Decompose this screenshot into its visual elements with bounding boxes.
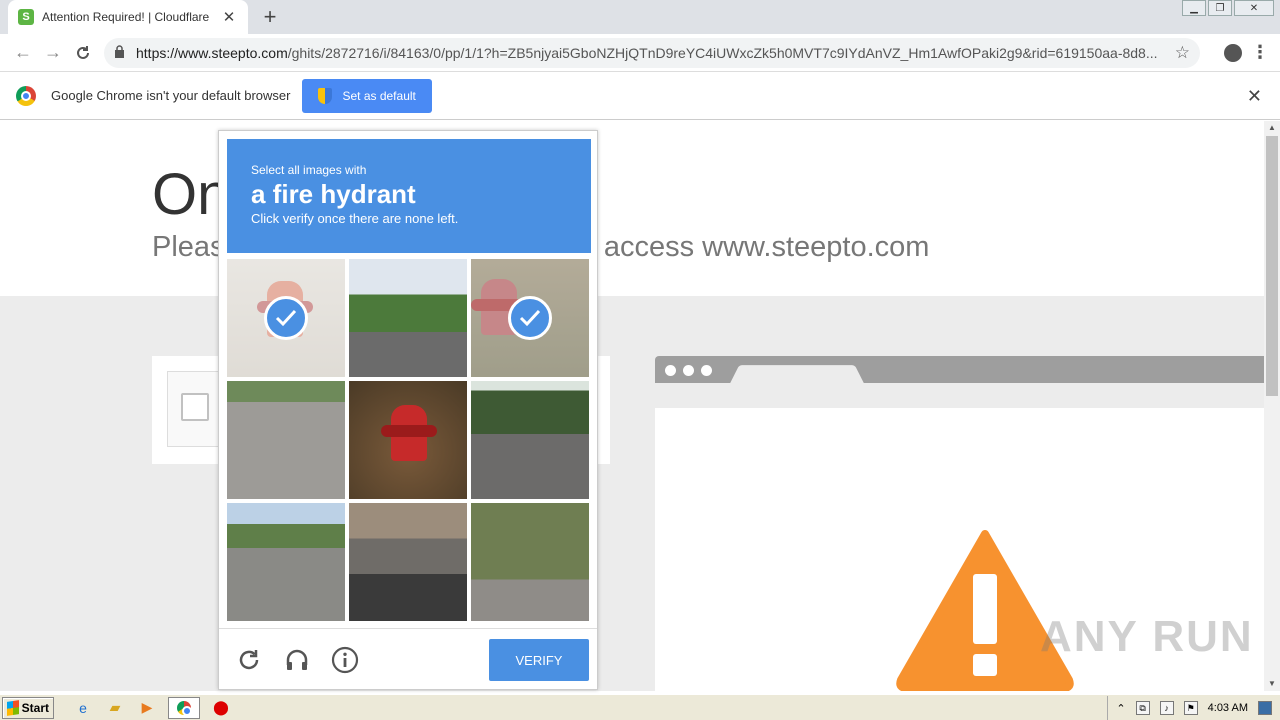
anyrun-watermark: ANY RUN [1040, 612, 1254, 661]
browser-toolbar: ← → https://www.steepto.com/ghits/287271… [0, 34, 1280, 72]
windows-logo-icon [7, 699, 19, 716]
captcha-checkbox[interactable] [181, 393, 209, 421]
minimize-button[interactable]: ▁ [1182, 0, 1206, 16]
infobar-close-icon[interactable]: ✕ [1247, 86, 1262, 107]
site-favicon-icon: S [18, 9, 34, 25]
audio-challenge-button[interactable] [282, 645, 312, 675]
new-tab-button[interactable]: + [258, 4, 282, 30]
lock-icon[interactable] [114, 44, 128, 61]
reload-button[interactable] [68, 38, 98, 68]
captcha-instruction-small: Select all images with [251, 163, 367, 177]
illustration-titlebar [655, 356, 1264, 384]
volume-icon[interactable]: ♪ [1159, 701, 1174, 715]
bookmark-star-icon[interactable]: ☆ [1175, 43, 1190, 63]
start-button[interactable]: Start [2, 696, 54, 719]
tile-selected-check-icon [264, 296, 308, 340]
page-scrollbar[interactable]: ▲ ▼ [1264, 121, 1280, 691]
close-window-button[interactable]: ✕ [1234, 0, 1274, 16]
infobar-message: Google Chrome isn't your default browser [51, 88, 291, 103]
captcha-tile-9[interactable] [471, 503, 589, 621]
captcha-tile-4[interactable] [227, 381, 345, 499]
reload-icon [77, 45, 89, 59]
illustration-tab [730, 365, 864, 384]
warning-icon [896, 530, 1074, 691]
profile-avatar-button[interactable] [1218, 38, 1248, 68]
captcha-hint: Click verify once there are none left. [251, 211, 459, 226]
captcha-tile-5[interactable] [349, 381, 467, 499]
page-subline-start: Pleas [152, 231, 225, 263]
action-center-flag-icon[interactable]: ⚑ [1183, 701, 1198, 715]
address-bar[interactable]: https://www.steepto.com/ghits/2872716/i/… [104, 37, 1200, 68]
network-icon[interactable]: ⧉ [1135, 701, 1150, 715]
page-viewport: On Pleas ck to access www.steepto.com [0, 121, 1264, 691]
scroll-down-arrow-icon[interactable]: ▼ [1264, 677, 1280, 691]
url-text: https://www.steepto.com/ghits/2872716/i/… [136, 45, 1167, 61]
illustration-dot [665, 365, 676, 376]
captcha-tile-3[interactable] [471, 259, 589, 377]
uac-shield-icon [318, 87, 333, 104]
show-desktop-icon[interactable] [1258, 701, 1272, 715]
window-controls: ▁ ❐ ✕ [1182, 0, 1274, 16]
page-header-area: On Pleas ck to access www.steepto.com [0, 121, 1264, 296]
captcha-instructions: Select all images with a fire hydrant Cl… [227, 139, 591, 253]
url-host: https://www.steepto.com [136, 44, 288, 61]
tab-title: Attention Required! | Cloudflare [42, 10, 210, 24]
refresh-challenge-button[interactable] [234, 645, 264, 675]
tab-strip: S Attention Required! | Cloudflare ✕ + ▁… [0, 0, 1280, 34]
info-button[interactable] [330, 645, 360, 675]
opera-icon[interactable]: ⬤ [210, 697, 232, 719]
browser-tab[interactable]: S Attention Required! | Cloudflare ✕ [8, 0, 248, 34]
back-button[interactable]: ← [8, 38, 38, 68]
captcha-tile-1[interactable] [227, 259, 345, 377]
illustration-dot [683, 365, 694, 376]
headphones-icon [286, 649, 308, 670]
scroll-thumb[interactable] [1266, 136, 1278, 396]
media-player-icon[interactable]: ▶ [136, 697, 158, 719]
illustration-dot [701, 365, 712, 376]
start-label: Start [21, 700, 49, 715]
clock[interactable]: 4:03 AM [1208, 702, 1248, 714]
verify-button[interactable]: VERIFY [489, 639, 589, 681]
windows-taskbar: Start e ▰ ▶ ⬤ ⌃ ⧉ ♪ ⚑ 4:03 AM [0, 694, 1280, 720]
captcha-tile-7[interactable] [227, 503, 345, 621]
default-browser-infobar: Google Chrome isn't your default browser… [0, 72, 1280, 120]
system-tray: ⌃ ⧉ ♪ ⚑ 4:03 AM [1107, 696, 1280, 720]
captcha-tile-2[interactable] [349, 259, 467, 377]
ie-icon[interactable]: e [72, 697, 94, 719]
tab-close-icon[interactable]: ✕ [220, 8, 238, 26]
captcha-challenge-dialog: Select all images with a fire hydrant Cl… [218, 130, 598, 690]
scroll-up-arrow-icon[interactable]: ▲ [1264, 121, 1280, 135]
chrome-taskbar-button[interactable] [168, 696, 200, 719]
hydrant-image [381, 405, 437, 461]
set-as-default-button[interactable]: Set as default [302, 78, 432, 113]
url-path: /ghits/2872716/i/84163/0/pp/1/1?h=ZB5njy… [287, 44, 1158, 61]
tray-expand-icon[interactable]: ⌃ [1116, 702, 1125, 715]
chrome-icon [177, 700, 192, 716]
captcha-tile-8[interactable] [349, 503, 467, 621]
captcha-image-grid [227, 259, 591, 622]
tile-selected-check-icon [508, 296, 552, 340]
profile-icon [1224, 43, 1242, 62]
set-as-default-label: Set as default [342, 88, 416, 103]
chrome-logo-icon [16, 85, 36, 106]
folder-icon[interactable]: ▰ [104, 697, 126, 719]
menu-dots-icon[interactable]: ⋮ [1248, 42, 1272, 63]
captcha-tile-6[interactable] [471, 381, 589, 499]
captcha-target-label: a fire hydrant [251, 179, 416, 209]
refresh-icon [239, 650, 259, 670]
restore-button[interactable]: ❐ [1208, 0, 1232, 16]
info-icon [331, 646, 359, 674]
captcha-footer: VERIFY [219, 628, 597, 690]
forward-button[interactable]: → [38, 38, 68, 68]
